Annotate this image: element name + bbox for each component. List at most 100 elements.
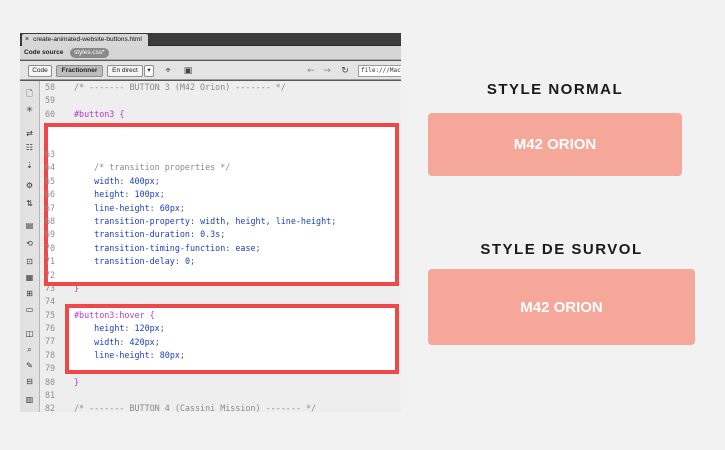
move-icon[interactable]: ⇔	[23, 409, 36, 412]
code-text: /* transition properties */	[74, 161, 230, 174]
document-toolbar: Code Fractionner En direct ▾ ⌖ ▣ ← → ↻ f…	[20, 61, 401, 80]
hover-rule-highlight: 7475#button3:hover {76 height: 120px;77 …	[65, 304, 399, 374]
refresh-icon[interactable]: ↻	[338, 64, 352, 78]
link-icon[interactable]: ⇅	[23, 197, 36, 210]
address-field[interactable]: file:///Macin	[358, 65, 401, 77]
code-token: 60px	[159, 202, 180, 213]
code-token: ;	[154, 175, 160, 186]
code-text: #button3:hover {	[74, 309, 155, 322]
code-token: :	[119, 336, 130, 347]
code-token: ;	[159, 323, 165, 334]
preview-icon[interactable]: ▣	[181, 64, 195, 78]
close-icon[interactable]: ×	[25, 36, 29, 43]
document-tab[interactable]: × create-animated-website-buttons.html	[22, 34, 148, 46]
forward-arrow-icon[interactable]: →	[320, 64, 334, 78]
code-token: :	[124, 323, 135, 334]
hover-style-heading: STYLE DE SURVOL	[480, 241, 643, 258]
history-icon[interactable]: ⟲	[23, 237, 36, 250]
line-number: 81	[45, 389, 56, 400]
code-token: #button3 {	[74, 108, 125, 119]
code-view-button[interactable]: Code	[28, 65, 52, 77]
code-text: transition-property: width, height, line…	[74, 215, 336, 228]
line-number: 71	[45, 256, 56, 267]
related-file-pill[interactable]: styles.css*	[70, 48, 109, 58]
search-icon[interactable]: ⌕	[23, 343, 36, 356]
live-view-dropdown[interactable]: ▾	[144, 65, 154, 77]
code-text: transition-duration: 0.3s;	[74, 228, 225, 241]
code-token: width	[74, 175, 120, 186]
transition-properties-highlight: 63 64 /* transition properties */ 65 width…	[44, 123, 399, 286]
code-hint-icon[interactable]: ✎	[23, 359, 36, 372]
media-icon[interactable]: ◫	[23, 327, 36, 340]
related-files-bar: Code source styles.css*	[20, 46, 401, 60]
snippet-icon[interactable]: ⇄	[23, 127, 36, 140]
insert-icon[interactable]: ⇣	[23, 159, 36, 172]
panel-icon[interactable]: ▤	[23, 219, 36, 232]
table-icon[interactable]: ⊞	[23, 287, 36, 300]
tag-icon[interactable]: ⊟	[23, 375, 36, 388]
code-token: line-height	[74, 349, 150, 360]
code-token: :	[124, 189, 135, 200]
code-token: /* transition properties */	[74, 162, 231, 173]
chevron-down-icon: ▾	[147, 67, 151, 74]
code-token: ;	[255, 242, 261, 253]
code-text: transition-delay: 0;	[74, 255, 195, 268]
code-token: :	[119, 175, 130, 186]
code-line: 60 #button3 {	[40, 108, 401, 121]
code-line: 58 /* ------- BUTTON 3 (M42 Orion) ------…	[40, 81, 401, 94]
code-token: :	[149, 202, 160, 213]
code-token: ease	[235, 242, 256, 253]
code-token: ;	[179, 202, 185, 213]
line-number: 60	[45, 108, 56, 119]
code-token: height	[74, 323, 125, 334]
inspect-icon[interactable]: ⊡	[23, 255, 36, 268]
line-number: 82	[45, 403, 56, 412]
css-icon[interactable]: ☷	[23, 141, 36, 154]
behavior-icon[interactable]: ⚙	[23, 179, 36, 192]
code-token: :	[189, 229, 201, 240]
code-token: height	[74, 189, 125, 200]
tutorial-illustration: × create-animated-website-buttons.html Co…	[0, 0, 725, 450]
code-token: transition-timing-function	[74, 242, 226, 253]
line-number: 67	[45, 202, 56, 213]
code-token: line-height	[74, 202, 150, 213]
demo-button-hover[interactable]: M42 ORION	[428, 269, 695, 345]
code-text: transition-timing-function: ease;	[74, 242, 261, 255]
code-token: 400px	[129, 175, 155, 186]
line-number: 80	[45, 376, 56, 387]
code-token: ;	[331, 215, 337, 226]
inspect-icon[interactable]: ⌖	[161, 64, 175, 78]
code-token: 120px	[134, 323, 160, 334]
line-number: 78	[45, 349, 56, 360]
code-token: 100px	[134, 189, 160, 200]
form-icon[interactable]: ▭	[23, 303, 36, 316]
code-text: line-height: 80px;	[74, 349, 185, 362]
code-token: 420px	[129, 336, 155, 347]
code-token: 0.3s	[200, 229, 221, 240]
split-view-button[interactable]: Fractionner	[56, 65, 103, 77]
code-token: /* ------- BUTTON 3 (M42 Orion) ------- …	[74, 82, 286, 92]
asset-icon[interactable]: ✳	[23, 103, 36, 116]
normal-style-heading: STYLE NORMAL	[486, 81, 624, 98]
code-token: ;	[159, 189, 165, 200]
line-number: 70	[45, 242, 56, 253]
line-number: 59	[45, 95, 56, 106]
demo-button-normal[interactable]: M42 ORION	[428, 113, 682, 176]
code-token: width, height, line-height	[200, 215, 332, 226]
code-token: :	[189, 215, 201, 226]
file-icon[interactable]: 🗋	[23, 87, 36, 100]
code-text: }	[74, 376, 79, 389]
code-token: ;	[154, 336, 160, 347]
line-number: 77	[45, 336, 56, 347]
code-token: :	[174, 256, 185, 267]
code-token: transition-delay	[74, 256, 175, 267]
code-line: 82 /* ------- BUTTON 4 (Cassini Mission) …	[40, 402, 401, 412]
layout-icon[interactable]: ▥	[23, 393, 36, 406]
line-number: 64	[45, 162, 56, 173]
source-code-label[interactable]: Code source	[24, 46, 63, 60]
line-number: 72	[45, 269, 56, 280]
back-arrow-icon[interactable]: ←	[304, 64, 318, 78]
css-designer-icon[interactable]: ▦	[23, 271, 36, 284]
live-view-button[interactable]: En direct	[107, 65, 143, 77]
code-text: height: 100px;	[74, 188, 165, 201]
